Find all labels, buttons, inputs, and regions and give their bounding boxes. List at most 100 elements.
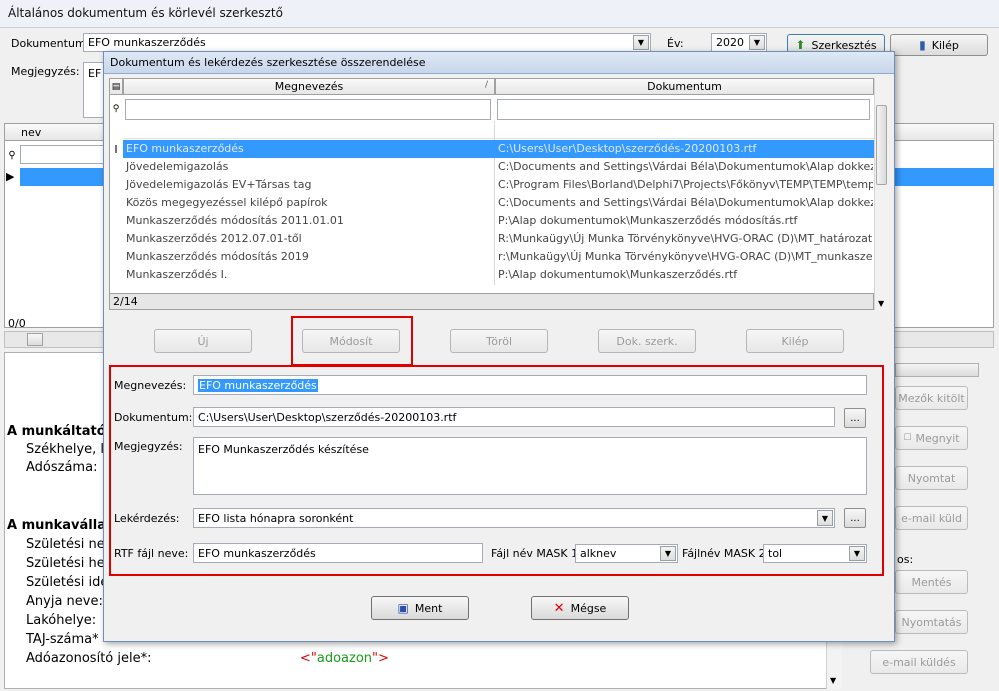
megnevezes-value: EFO munkaszerződés [198, 378, 318, 392]
dialog-window: Dokumentum és lekérdezés szerkesztése ös… [103, 51, 895, 642]
email-kuldes-button[interactable]: e-mail küldés [870, 650, 968, 674]
scrollbar-thumb[interactable] [27, 333, 43, 346]
browse-lekerdezes-button[interactable]: ... [844, 508, 866, 528]
dialog-grid-scrollbar[interactable]: ▼ [874, 78, 889, 310]
grid-row-doc[interactable]: P:\Alap dokumentumok\Munkaszerződés.rtf [495, 266, 873, 284]
nyomtatas-label: Nyomtatás [901, 615, 962, 629]
grid-row-doc[interactable]: C:\Documents and Settings\Várdai Béla\Do… [495, 194, 873, 212]
rtf-input[interactable]: EFO munkaszerződés [193, 543, 483, 563]
megjegyzes-field[interactable]: EF [83, 62, 105, 118]
chevron-down-icon[interactable]: ▼ [849, 546, 865, 561]
megjegyzes-form-label: Megjegyzés: [114, 440, 183, 453]
chevron-down-icon[interactable]: ▼ [633, 35, 649, 50]
lekerdezes-value: EFO lista hónapra soronként [198, 511, 354, 525]
kilep-main-button-label: Kilép [931, 38, 959, 52]
close-icon: ✕ [553, 600, 565, 616]
grid-row-doc[interactable]: C:\Documents and Settings\Várdai Béla\Do… [495, 158, 873, 176]
scroll-down-icon[interactable]: ▼ [878, 299, 884, 308]
kilep-main-button[interactable]: ▮ Kilép [890, 34, 988, 56]
grid-row-doc[interactable]: P:\Alap dokumentumok\Munkaszerződés módo… [495, 212, 873, 230]
dokumentum-combo[interactable]: EFO munkaszerződés ▼ [83, 33, 651, 52]
ev-combo-value: 2020 [716, 36, 744, 49]
doc-szul-he: Születési he [26, 556, 105, 571]
uj-button[interactable]: Új [154, 329, 252, 353]
doc-szul-ide: Születési ide [26, 575, 109, 590]
col-header-dokumentum[interactable]: Dokumentum [495, 78, 874, 95]
filter-dokumentum-input[interactable] [497, 99, 870, 120]
megse-label: Mégse [570, 601, 607, 615]
chevron-down-icon[interactable]: ▼ [749, 35, 765, 50]
grid-row-doc[interactable]: r:\Munkaügy\Új Munka Törvénykönyve\HVG-O… [495, 248, 873, 266]
mask1-combo[interactable]: alknev ▼ [575, 544, 678, 563]
side-top-bar [895, 363, 979, 377]
lekerdezes-combo[interactable]: EFO lista hónapra soronként ▼ [193, 508, 835, 528]
kilep-dialog-label: Kilép [781, 334, 809, 348]
window-title: Általános dokumentum és körlevél szerkes… [8, 6, 283, 20]
binoculars-icon: ⚲ [8, 149, 16, 161]
left-grid-filter[interactable] [20, 145, 110, 164]
grid-row-doc[interactable]: C:\Program Files\Borland\Delphi7\Project… [495, 176, 873, 194]
mask2-combo[interactable]: tol ▼ [763, 544, 867, 563]
checkbox-icon: ☐ [903, 433, 912, 443]
grid-row-name[interactable]: Munkaszerződés 2012.07.01-től [123, 230, 493, 248]
empty-row[interactable] [123, 123, 874, 139]
rtf-value: EFO munkaszerződés [198, 546, 316, 560]
megjegyzes-value: EF [88, 67, 102, 80]
grid-row-name[interactable]: Munkaszerződés módosítás 2019 [123, 248, 493, 266]
email-kuld-button[interactable]: e-mail küld [895, 506, 968, 530]
email-kuld-label: e-mail küld [901, 511, 962, 525]
exit-door-icon: ▮ [919, 38, 926, 52]
browse-lekerdezes-label: ... [850, 512, 860, 524]
col-header-megnevezes-label: Megnevezés [274, 80, 344, 93]
dialog-scrollbar-thumb[interactable] [876, 105, 887, 185]
megnevezes-input[interactable]: EFO munkaszerződés [193, 375, 867, 395]
chevron-down-icon[interactable]: ▼ [660, 546, 676, 561]
doc-adoszama: Adószáma: [26, 460, 98, 475]
ev-combo[interactable]: 2020 ▼ [711, 33, 767, 52]
doc-taj: TAJ-száma* [26, 632, 99, 647]
side-os-label: os: [897, 553, 914, 566]
browse-dokumentum-button[interactable]: ... [844, 408, 866, 428]
grid-row-name[interactable]: Jövedelemigazolás EV+Társas tag [123, 176, 493, 194]
email-kuldes-label: e-mail küldés [882, 655, 956, 669]
kilep-dialog-button[interactable]: Kilép [746, 329, 844, 353]
dialog-title: Dokumentum és lekérdezés szerkesztése ös… [110, 56, 426, 69]
window-titlebar: Általános dokumentum és körlevél szerkes… [0, 0, 999, 28]
dokumentum-input-value: C:\Users\User\Desktop\szerződés-20200103… [198, 410, 457, 424]
torol-button[interactable]: Töröl [450, 329, 548, 353]
dok-szerk-button[interactable]: Dok. szerk. [598, 329, 696, 353]
grid-row-name[interactable]: Munkaszerződés módosítás 2011.01.01 [123, 212, 493, 230]
mask2-label: Fájlnév MASK 2: [682, 547, 770, 560]
grid-settings-icon[interactable]: ▤ [109, 78, 123, 95]
dialog-record-status: 2/14 [109, 293, 874, 310]
nyomtat-button[interactable]: Nyomtat [895, 466, 968, 490]
text-cursor-icon: I [114, 142, 118, 156]
dokumentum-input[interactable]: C:\Users\User\Desktop\szerződés-20200103… [193, 407, 835, 427]
grid-row-name[interactable]: Jövedelemigazolás [123, 158, 493, 176]
doc-lakohely: Lakóhelye: [26, 613, 97, 628]
megjegyzes-textarea[interactable]: EFO Munkaszerződés készítése [193, 437, 867, 495]
grid-row-name[interactable]: Munkaszerződés I. [123, 266, 493, 284]
mezok-kitolt-label: Mezők kitölt [898, 391, 965, 405]
grid-row-name[interactable]: Közös megegyezéssel kilépő papírok [123, 194, 493, 212]
grid-row-doc[interactable]: C:\Users\User\Desktop\szerződés-20200103… [495, 140, 873, 158]
megse-button[interactable]: ✕ Mégse [531, 596, 629, 620]
ment-button[interactable]: ▣ Ment [371, 596, 469, 620]
uj-label: Új [197, 334, 209, 348]
grid-row-doc[interactable]: R:\Munkaügy\Új Munka Törvénykönyve\HVG-O… [495, 230, 873, 248]
nyomtatas-button[interactable]: Nyomtatás [895, 610, 968, 634]
grid-row-name[interactable]: EFO munkaszerződés [123, 140, 493, 158]
rtf-label: RTF fájl neve: [114, 547, 189, 560]
scroll-down-icon[interactable]: ▼ [830, 676, 836, 685]
doc-adoazon-field: <"adoazon"> [300, 651, 389, 666]
modosit-button[interactable]: Módosít [302, 329, 400, 353]
dokumentum-label: Dokumentum: [11, 37, 90, 50]
mentes-button[interactable]: Mentés [895, 570, 968, 594]
chevron-down-icon[interactable]: ▼ [817, 510, 833, 526]
filter-megnevezes-input[interactable] [125, 99, 491, 120]
megnyit-button[interactable]: ☐ Megnyit [895, 426, 968, 450]
mezok-kitolt-button[interactable]: Mezők kitölt [895, 386, 968, 410]
dokumentum-combo-value: EFO munkaszerződés [88, 36, 206, 49]
col-header-megnevezes[interactable]: Megnevezés / [123, 78, 495, 95]
save-icon: ▣ [397, 601, 409, 615]
